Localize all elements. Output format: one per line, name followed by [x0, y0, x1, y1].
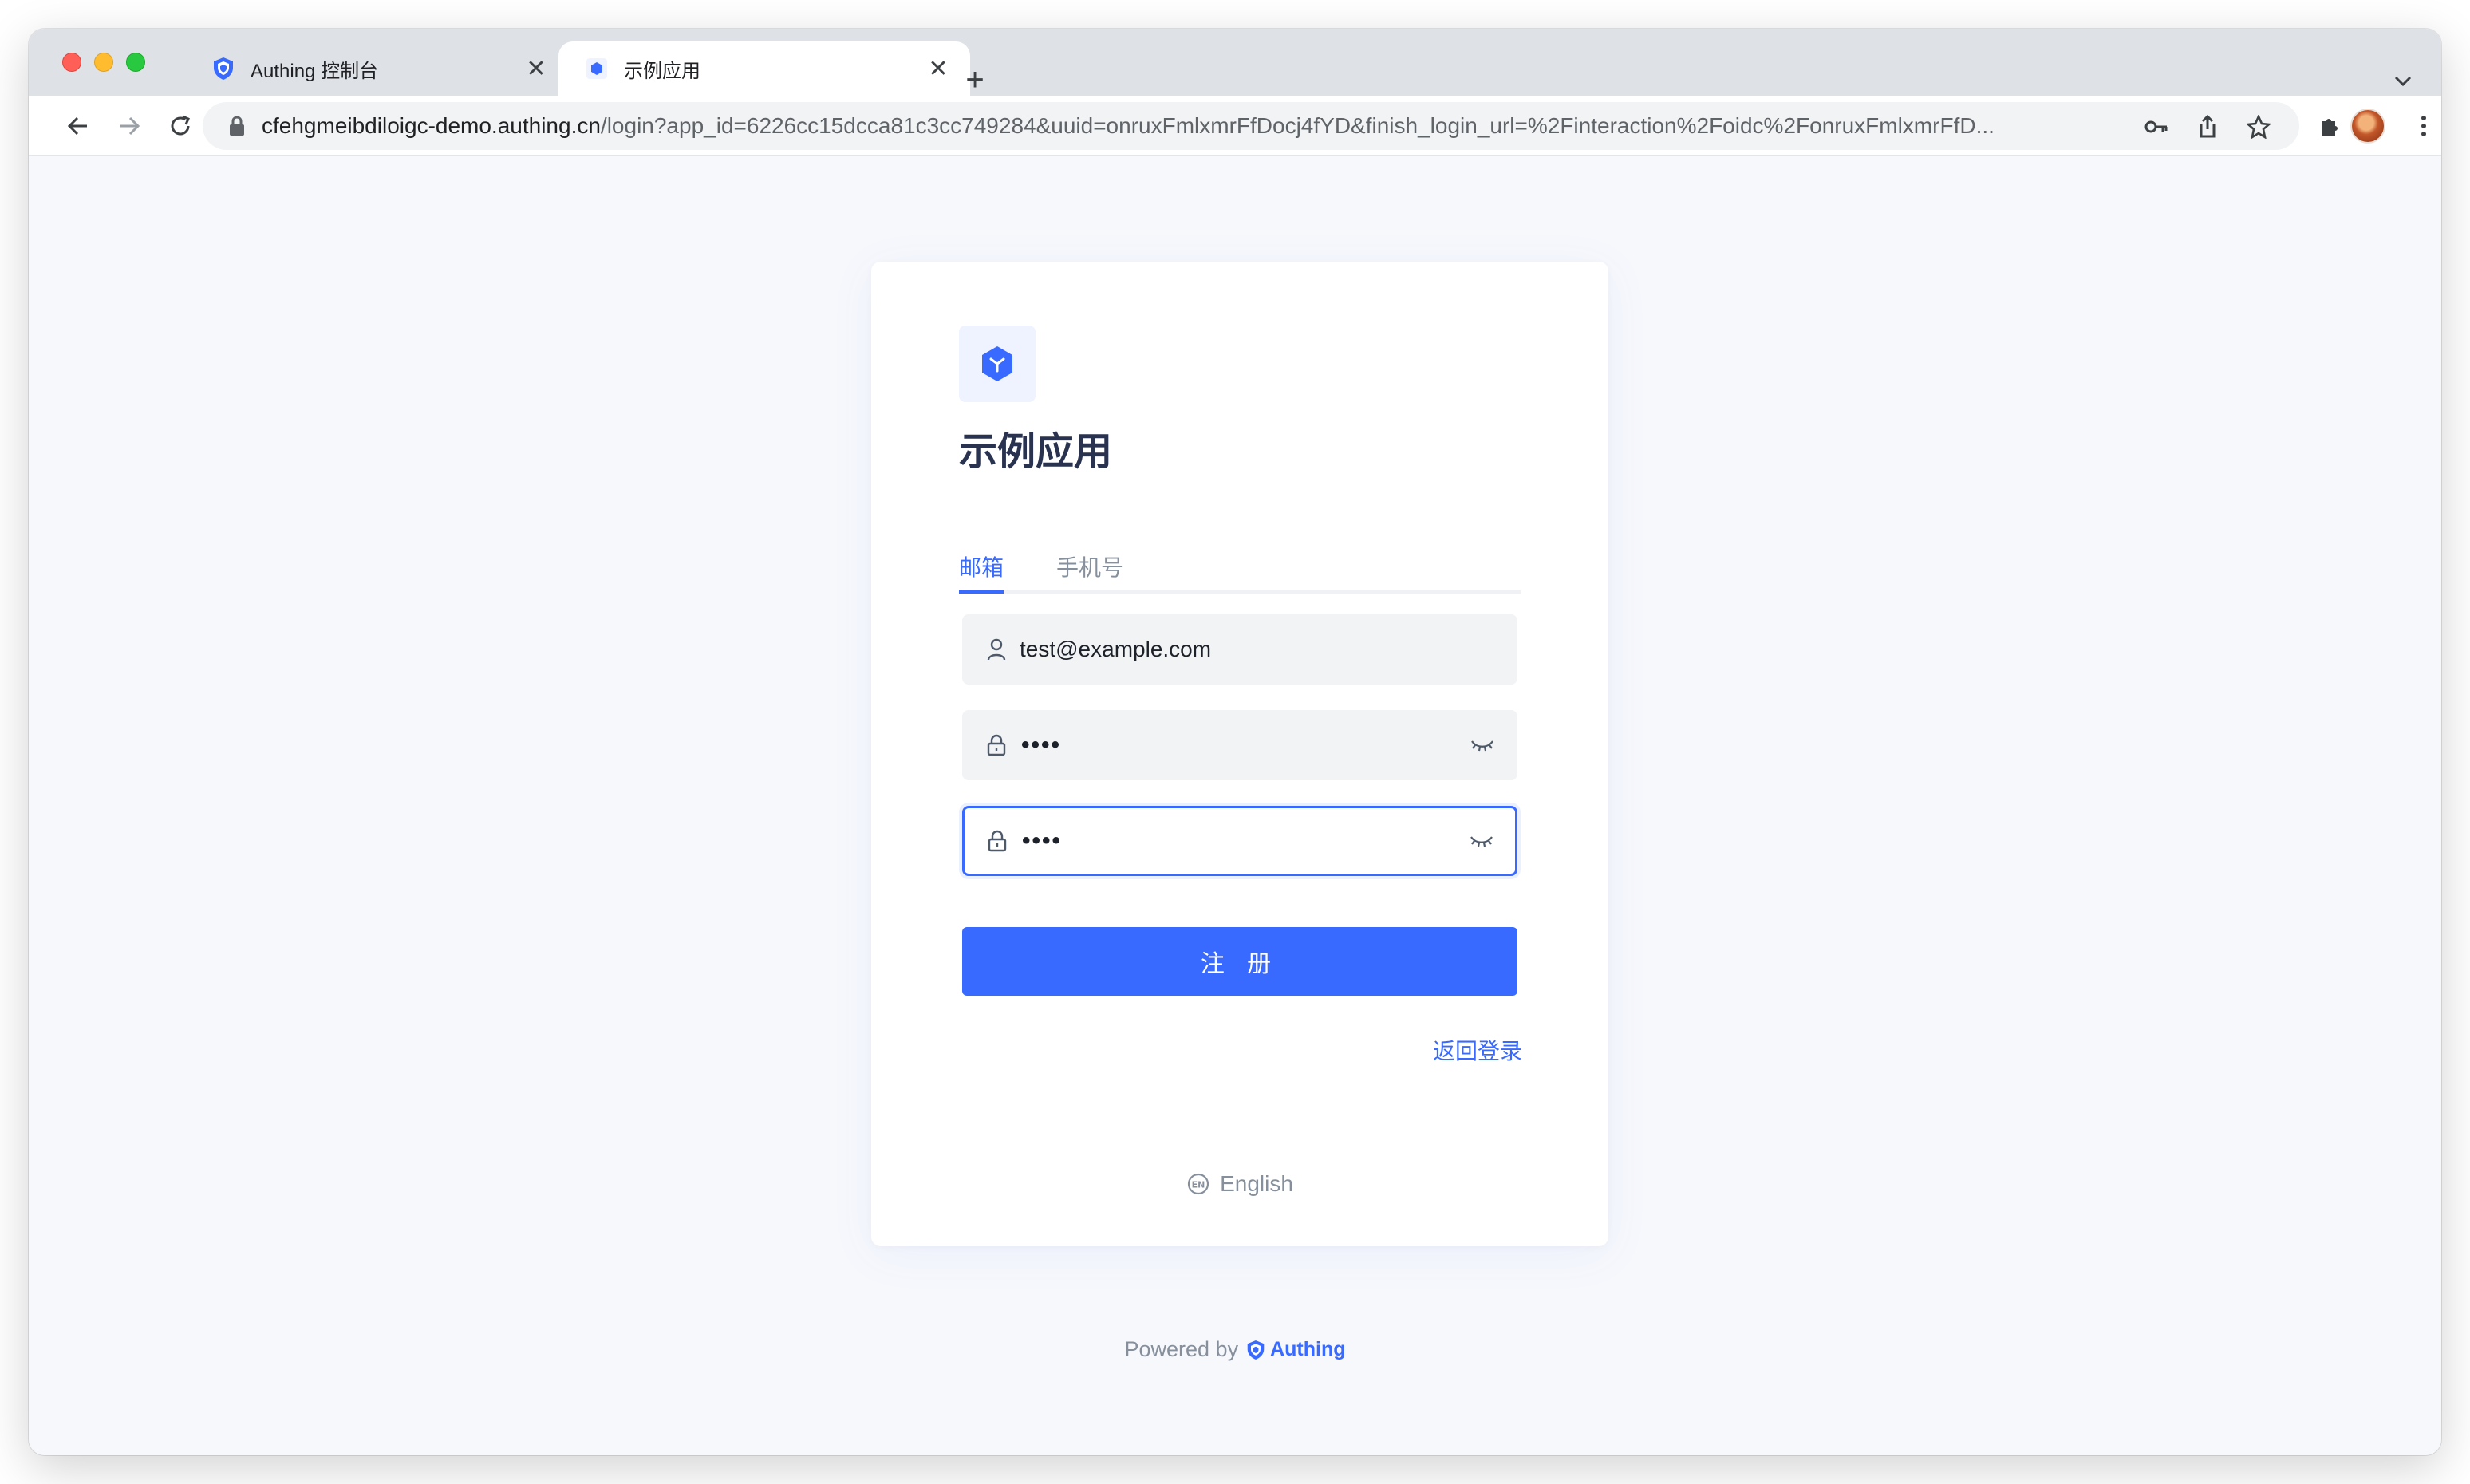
app-name: 示例应用 — [959, 431, 1113, 473]
app-logo-cube-icon — [959, 326, 1036, 402]
key-icon[interactable] — [2144, 115, 2168, 139]
tab-title: 示例应用 — [624, 60, 700, 82]
authing-shield-icon — [211, 56, 236, 81]
reload-icon[interactable] — [163, 109, 198, 144]
url-path: /login?app_id=6226cc15dcca81c3cc749284&u… — [600, 113, 1995, 138]
brand-name: Authing — [1270, 1338, 1346, 1360]
profile-avatar[interactable] — [2350, 109, 2385, 144]
tab-strip: Authing 控制台 ✕ 示例应用 ✕ + — [29, 29, 2441, 96]
lock-icon — [985, 829, 1009, 853]
url-text: cfehgmeibdiloigc-demo.authing.cn/login?a… — [262, 113, 2113, 139]
star-icon[interactable] — [2247, 115, 2271, 139]
tab-phone[interactable]: 手机号 — [1056, 551, 1123, 582]
powered-by-text: Powered by — [1124, 1337, 1239, 1361]
new-tab-button[interactable]: + — [957, 62, 992, 97]
login-method-tabs: 邮箱 手机号 — [959, 536, 1521, 594]
share-icon[interactable] — [2196, 115, 2219, 139]
back-to-login-link[interactable]: 返回登录 — [1433, 1034, 1522, 1066]
address-bar[interactable]: cfehgmeibdiloigc-demo.authing.cn/login?a… — [203, 102, 2299, 150]
browser-tab-demo-app[interactable]: 示例应用 ✕ — [558, 41, 970, 96]
authing-shield-icon — [1247, 1340, 1265, 1360]
back-arrow-icon[interactable] — [61, 109, 96, 144]
tab-title: Authing 控制台 — [251, 60, 379, 82]
eye-closed-icon[interactable] — [1466, 729, 1498, 761]
en-globe-icon: EN — [1186, 1172, 1210, 1196]
email-field[interactable]: test@example.com — [962, 614, 1517, 685]
password-value: •••• — [1021, 732, 1062, 758]
eye-closed-icon[interactable] — [1466, 825, 1497, 857]
lock-icon — [984, 733, 1008, 757]
language-label: English — [1220, 1171, 1293, 1196]
app-cube-icon — [584, 56, 610, 81]
minimize-window-button[interactable] — [94, 53, 113, 72]
browser-toolbar: cfehgmeibdiloigc-demo.authing.cn/login?a… — [29, 96, 2441, 156]
close-icon[interactable]: ✕ — [922, 53, 954, 85]
close-icon[interactable]: ✕ — [520, 53, 552, 85]
tab-search-chevron-icon[interactable] — [2387, 65, 2419, 97]
more-menu-icon[interactable] — [2406, 109, 2441, 144]
browser-window: Authing 控制台 ✕ 示例应用 ✕ + cfehgmeibdiloigc-… — [29, 29, 2441, 1455]
confirm-password-value: •••• — [1022, 827, 1063, 854]
register-button[interactable]: 注 册 — [962, 927, 1517, 996]
browser-tab-authing-console[interactable]: Authing 控制台 ✕ — [185, 41, 568, 96]
email-value: test@example.com — [1020, 637, 1212, 661]
tab-email[interactable]: 邮箱 — [959, 551, 1004, 582]
confirm-password-field[interactable]: •••• — [962, 806, 1517, 876]
powered-by-footer: Powered by Authing — [29, 1337, 2441, 1362]
active-tab-indicator — [959, 590, 1004, 594]
language-switcher[interactable]: EN English — [871, 1171, 1608, 1197]
extensions-puzzle-icon[interactable] — [2312, 109, 2347, 144]
maximize-window-button[interactable] — [126, 53, 145, 72]
forward-arrow-icon[interactable] — [112, 109, 147, 144]
register-card: 示例应用 邮箱 手机号 test@example.com •••• •••• 注… — [871, 262, 1608, 1246]
page-content: 示例应用 邮箱 手机号 test@example.com •••• •••• 注… — [29, 156, 2441, 1455]
url-host: cfehgmeibdiloigc-demo.authing.cn — [262, 113, 601, 138]
authing-brand-link[interactable]: Authing — [1246, 1338, 1346, 1361]
lock-icon[interactable] — [225, 114, 249, 138]
user-icon — [984, 637, 1008, 661]
svg-text:EN: EN — [1192, 1180, 1205, 1190]
close-window-button[interactable] — [62, 53, 81, 72]
password-field[interactable]: •••• — [962, 710, 1517, 780]
